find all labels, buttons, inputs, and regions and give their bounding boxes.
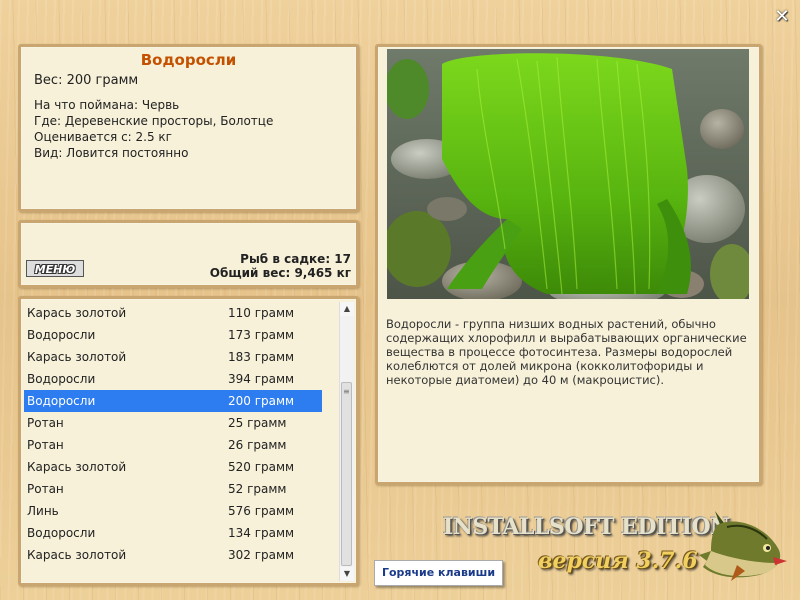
edition-logo: INSTALLSOFT EDITION: [443, 514, 730, 540]
list-item[interactable]: Линь 576 грамм: [24, 500, 322, 522]
fish-detail-panel: Водоросли - группа низших водных растени…: [375, 44, 762, 485]
fish-name: Водоросли: [27, 328, 96, 342]
list-item[interactable]: Водоросли 200 грамм: [24, 390, 322, 412]
version-label: версия 3.7.6: [538, 548, 698, 574]
fish-details: На что поймана: Червь Где: Деревенские п…: [34, 97, 273, 161]
list-item[interactable]: Карась золотой 302 грамм: [24, 544, 322, 566]
list-item[interactable]: Ротан 25 грамм: [24, 412, 322, 434]
fish-weight: 134 грамм: [228, 526, 295, 540]
fish-weight: 302 грамм: [228, 548, 295, 562]
fish-name: Карась золотой: [27, 306, 127, 320]
list-item[interactable]: Карась золотой 110 грамм: [24, 302, 322, 324]
fish-weight: 173 грамм: [228, 328, 295, 342]
fish-weight: 26 грамм: [228, 438, 287, 452]
scroll-thumb[interactable]: [341, 382, 352, 566]
list-item[interactable]: Водоросли 394 грамм: [24, 368, 322, 390]
fish-name: Карась золотой: [27, 350, 127, 364]
fish-name: Карась золотой: [27, 548, 127, 562]
fish-weight: 520 грамм: [228, 460, 295, 474]
fish-title: Водоросли: [140, 51, 237, 69]
list-item[interactable]: Водоросли 173 грамм: [24, 324, 322, 346]
list-item[interactable]: Карась золотой 520 грамм: [24, 456, 322, 478]
fish-weight: 25 грамм: [228, 416, 287, 430]
fish-name: Ротан: [27, 416, 64, 430]
fish-photo: [387, 49, 749, 299]
location: Где: Деревенские просторы, Болотце: [34, 114, 274, 128]
fish-weight: 394 грамм: [228, 372, 295, 386]
catch-list[interactable]: Карась золотой 110 грамм Водоросли 173 грам…: [18, 296, 359, 586]
fish-name: Водоросли: [27, 394, 96, 408]
fish-description: Водоросли - группа низших водных растени…: [386, 317, 747, 387]
list-item[interactable]: Ротан 26 грамм: [24, 434, 322, 456]
fish-info-panel: Водоросли Вес: 200 грамм На что поймана:…: [18, 44, 359, 212]
fish-name: Ротан: [27, 438, 64, 452]
cage-stats-panel: МЕНЮ Рыб в садке: 17 Общий вес: 9,465 кг: [18, 220, 359, 288]
scroll-up-icon[interactable]: ▲: [340, 302, 354, 316]
fish-weight: 576 грамм: [228, 504, 295, 518]
fish-count: Рыб в садке: 17: [240, 252, 351, 266]
list-item[interactable]: Карась золотой 183 грамм: [24, 346, 322, 368]
fish-weight: 183 грамм: [228, 350, 295, 364]
fish-name: Ротан: [27, 482, 64, 496]
caught-on: На что поймана: Червь: [34, 98, 180, 112]
fish-weight: 110 грамм: [228, 306, 295, 320]
fish-name: Линь: [27, 504, 59, 518]
list-item[interactable]: Ротан 52 грамм: [24, 478, 322, 500]
pike-fish-icon: [697, 505, 792, 588]
fish-name: Карась золотой: [27, 460, 127, 474]
scroll-down-icon[interactable]: ▼: [340, 567, 354, 581]
menu-button[interactable]: МЕНЮ: [26, 260, 84, 277]
fish-weight: Вес: 200 грамм: [34, 73, 139, 88]
total-weight: Общий вес: 9,465 кг: [209, 266, 351, 280]
fish-weight: 200 грамм: [228, 394, 295, 408]
fish-name: Водоросли: [27, 526, 96, 540]
hotkeys-button[interactable]: Горячие клавиши: [374, 560, 503, 586]
fish-kind: Вид: Ловится постоянно: [34, 146, 189, 160]
list-item[interactable]: Водоросли 134 грамм: [24, 522, 322, 544]
valued-from: Оценивается с: 2.5 кг: [34, 130, 172, 144]
close-icon[interactable]: ✕: [773, 8, 791, 26]
fish-name: Водоросли: [27, 372, 96, 386]
fish-weight: 52 грамм: [228, 482, 287, 496]
scrollbar[interactable]: ▲ ≡ ▼: [339, 302, 354, 581]
scroll-grip-icon: ≡: [343, 387, 350, 396]
